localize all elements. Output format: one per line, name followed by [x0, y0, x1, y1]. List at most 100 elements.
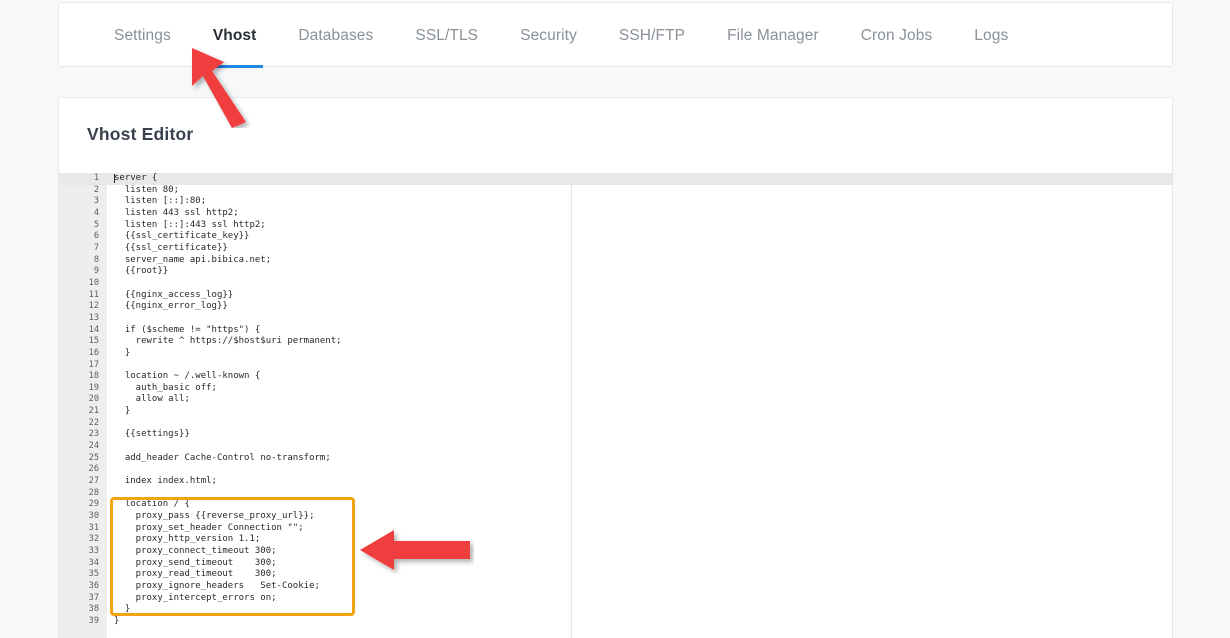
line-text: index index.html; — [114, 476, 217, 487]
code-line[interactable]: 23 {{settings}} — [59, 429, 1172, 441]
code-line[interactable]: 19 auth_basic off; — [59, 383, 1172, 395]
tab-settings[interactable]: Settings — [93, 3, 192, 68]
line-number: 29 — [88, 499, 99, 510]
code-line[interactable]: 12 {{nginx_error_log}} — [59, 301, 1172, 313]
line-text: proxy_set_header Connection ""; — [114, 522, 304, 533]
line-text: server_name api.bibica.net; — [114, 254, 272, 265]
code-line[interactable]: 7 {{ssl_certificate}} — [59, 243, 1172, 255]
line-number: 18 — [88, 371, 99, 382]
line-number: 13 — [88, 312, 99, 323]
code-line[interactable]: 22 — [59, 418, 1172, 430]
line-number: 31 — [88, 522, 99, 533]
text-caret — [114, 174, 115, 183]
line-text: auth_basic off; — [114, 382, 217, 393]
tab-cron-jobs[interactable]: Cron Jobs — [840, 3, 954, 68]
line-number: 2 — [93, 184, 99, 195]
line-number: 33 — [88, 546, 99, 556]
code-line[interactable]: 16 } — [59, 348, 1172, 360]
code-line[interactable]: 36 proxy_ignore_headers Set-Cookie; — [59, 581, 1172, 593]
code-line[interactable]: 39} — [59, 616, 1172, 628]
code-line[interactable]: 32 proxy_http_version 1.1; — [59, 534, 1172, 546]
line-number: 38 — [88, 604, 99, 615]
line-number: 11 — [88, 289, 99, 300]
code-line[interactable]: 4 listen 443 ssl http2; — [59, 208, 1172, 220]
line-number: 25 — [88, 452, 99, 463]
code-line[interactable]: 31 proxy_set_header Connection ""; — [59, 523, 1172, 535]
line-text: listen 443 ssl http2; — [114, 207, 239, 218]
line-number: 15 — [88, 336, 99, 347]
line-text: listen [::]:80; — [114, 196, 207, 207]
code-line[interactable]: 13 — [59, 313, 1172, 325]
code-line[interactable]: 27 index index.html; — [59, 476, 1172, 488]
line-text: } — [114, 604, 131, 615]
line-number: 10 — [88, 277, 99, 288]
line-text: } — [114, 406, 131, 417]
code-line[interactable]: 34 proxy_send_timeout 300; — [59, 558, 1172, 570]
code-editor[interactable]: 1 server {2 listen 80; 3 listen [::]:80; 4 … — [59, 173, 1172, 638]
line-text: listen [::]:443 ssl http2; — [114, 219, 266, 230]
code-line[interactable]: 29 location / { — [59, 499, 1172, 511]
code-line[interactable]: 17 — [59, 360, 1172, 372]
line-text: {{root}} — [114, 266, 169, 277]
tab-file-manager[interactable]: File Manager — [706, 3, 840, 68]
code-line[interactable]: 11 {{nginx_access_log}} — [59, 290, 1172, 302]
code-line[interactable]: 20 allow all; — [59, 394, 1172, 406]
line-number: 24 — [88, 441, 99, 452]
code-line[interactable]: 25 add_header Cache-Control no-transform… — [59, 453, 1172, 465]
tab-ssl-tls[interactable]: SSL/TLS — [394, 3, 499, 68]
code-line[interactable]: 5 listen [::]:443 ssl http2; — [59, 220, 1172, 232]
tab-strip: Settings Vhost Databases SSL/TLS Security SSH… — [59, 3, 1029, 68]
line-text: {{ssl_certificate_key}} — [114, 231, 250, 242]
code-line[interactable]: 38 } — [59, 604, 1172, 616]
code-line[interactable]: 35 proxy_read_timeout 300; — [59, 569, 1172, 581]
line-text: {{nginx_access_log}} — [114, 289, 234, 300]
code-line[interactable]: 10 — [59, 278, 1172, 290]
tab-ssh-ftp[interactable]: SSH/FTP — [598, 3, 706, 68]
code-line[interactable]: 8 server_name api.bibica.net; — [59, 255, 1172, 267]
tab-security[interactable]: Security — [499, 3, 598, 68]
tab-databases[interactable]: Databases — [277, 3, 394, 68]
code-line[interactable]: 30 proxy_pass {{reverse_proxy_url}}; — [59, 511, 1172, 523]
line-number: 6 — [93, 231, 99, 242]
code-line[interactable]: 24 — [59, 441, 1172, 453]
line-text: } — [114, 615, 120, 626]
vhost-editor-card: Vhost Editor 1 server {2 listen 80; 3 list… — [58, 97, 1173, 638]
line-number: 20 — [88, 394, 99, 405]
line-text: server { — [114, 173, 158, 183]
line-number: 36 — [88, 580, 99, 591]
code-line[interactable]: 15 rewrite ^ https://$host$uri permanent… — [59, 336, 1172, 348]
code-line[interactable]: 28 — [59, 488, 1172, 500]
line-number: 37 — [88, 592, 99, 603]
line-number: 28 — [88, 487, 99, 498]
line-text: if ($scheme != "https") { — [114, 324, 261, 335]
code-line[interactable]: 18 location ~ /.well-known { — [59, 371, 1172, 383]
line-text: {{settings}} — [114, 429, 190, 440]
code-line[interactable]: 2 listen 80; — [59, 185, 1172, 197]
line-text: proxy_http_version 1.1; — [114, 534, 261, 545]
code-line[interactable]: 3 listen [::]:80; — [59, 196, 1172, 208]
line-text: add_header Cache-Control no-transform; — [114, 452, 331, 463]
line-text: } — [114, 347, 131, 358]
tab-navigation-card: Settings Vhost Databases SSL/TLS Security SSH… — [58, 2, 1173, 68]
line-number: 26 — [88, 464, 99, 475]
code-line[interactable]: 33 proxy_connect_timeout 300; — [59, 546, 1172, 558]
line-text: rewrite ^ https://$host$uri permanent; — [114, 336, 342, 347]
line-number: 12 — [88, 301, 99, 312]
code-line-list[interactable]: 1 server {2 listen 80; 3 listen [::]:80; 4 … — [59, 173, 1172, 628]
line-text: location ~ /.well-known { — [114, 371, 261, 382]
code-line[interactable]: 6 {{ssl_certificate_key}} — [59, 231, 1172, 243]
code-line[interactable]: 37 proxy_intercept_errors on; — [59, 593, 1172, 605]
line-number: 8 — [93, 254, 99, 265]
code-line[interactable]: 1 server { — [59, 173, 1172, 185]
line-number: 3 — [93, 196, 99, 207]
code-line[interactable]: 9 {{root}} — [59, 266, 1172, 278]
code-line[interactable]: 26 — [59, 464, 1172, 476]
editor-panel-title: Vhost Editor — [87, 124, 194, 144]
line-number: 39 — [88, 615, 99, 626]
line-text: listen 80; — [114, 184, 180, 195]
tab-vhost[interactable]: Vhost — [192, 3, 278, 68]
code-line[interactable]: 21 } — [59, 406, 1172, 418]
code-line[interactable]: 14 if ($scheme != "https") { — [59, 325, 1172, 337]
tab-logs[interactable]: Logs — [953, 3, 1029, 68]
line-number: 30 — [88, 511, 99, 522]
